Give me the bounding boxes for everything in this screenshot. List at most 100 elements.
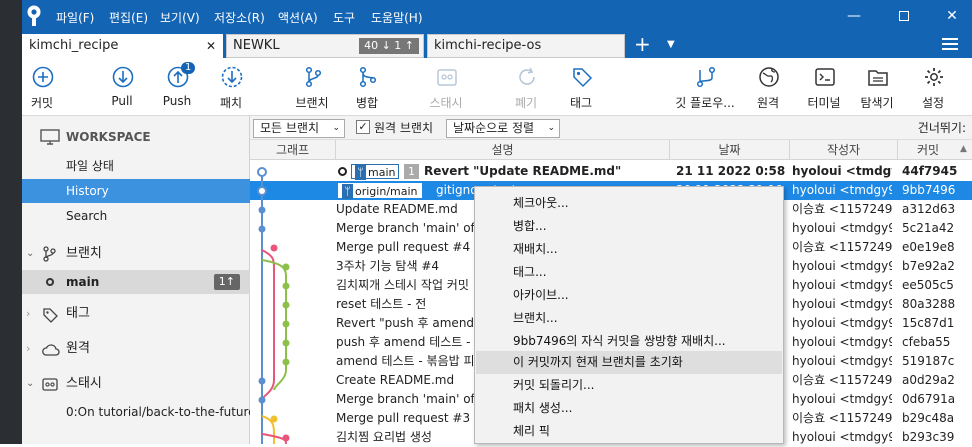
menu-item-interactive-rebase[interactable]: 9bb7496의 자식 커밋을 쌍방향 재배치...: [476, 330, 782, 353]
commit-hash: 15c87d1: [902, 316, 955, 330]
commit-author: 이승효 <1157249: [792, 373, 892, 387]
skip-label: 건너뛰기:: [917, 121, 966, 135]
tab-close-icon[interactable]: ✕: [206, 35, 216, 57]
commit-hash: ee505c5: [902, 278, 954, 292]
commit-hash: b29c48a: [902, 411, 955, 425]
push-count-badge: 1: [181, 62, 196, 74]
discard-refresh-icon: [519, 67, 535, 85]
graph-node: [257, 167, 267, 177]
scroll-up-icon[interactable]: ▲: [960, 144, 967, 154]
commit-hash: a0d29a2: [902, 373, 955, 387]
tag-icon: [573, 68, 593, 88]
stash-button[interactable]: 스태시: [414, 58, 478, 116]
menu-help[interactable]: 도움말(H): [371, 9, 423, 26]
tab-kimchi-recipe[interactable]: kimchi_recipe ✕: [22, 34, 223, 58]
sidebar-item-history[interactable]: History: [22, 179, 250, 203]
menu-item-branch[interactable]: 브랜치...: [476, 307, 782, 330]
column-commit[interactable]: 커밋: [898, 140, 958, 160]
menu-item-revert-commit[interactable]: 커밋 되돌리기...: [476, 374, 782, 397]
commit-author: hyoloui <tmdgy92: [792, 259, 892, 273]
branch-filter-select[interactable]: 모든 브랜치 ⌄: [253, 119, 345, 138]
menu-edit[interactable]: 편집(E): [109, 9, 148, 26]
tag-button[interactable]: 태그: [549, 58, 613, 116]
title-bar: 파일(F) 편집(E) 보기(V) 저장소(R) 액션(A) 도구 도움말(H)…: [22, 0, 972, 32]
fetch-arrow-down-icon: [221, 66, 243, 88]
fetch-button[interactable]: 패치: [199, 58, 263, 116]
menu-item-merge[interactable]: 병합...: [476, 215, 782, 238]
tab-list-chevron-down-icon[interactable]: ▼: [667, 36, 675, 54]
explorer-button[interactable]: 탐색기: [845, 58, 909, 116]
close-window-icon[interactable]: ✕: [942, 6, 962, 26]
sidebar-section-branches[interactable]: ⌄ 브랜치: [22, 242, 250, 266]
commit-author: 이승효 <1157249: [792, 202, 892, 216]
menu-item-reset-branch[interactable]: 이 커밋까지 현재 브랜치를 초기화: [476, 351, 782, 374]
commit-author: hyoloui <tmdgy92: [792, 335, 892, 349]
commit-context-menu: 체크아웃... 병합... 재배치... 태그... 아카이브... 브랜치..…: [474, 186, 784, 444]
column-date[interactable]: 날짜: [670, 140, 790, 160]
sidebar-section-tags[interactable]: › 태그: [22, 302, 250, 326]
sidebar-item-file-status[interactable]: 파일 상태: [22, 154, 250, 178]
menu-actions[interactable]: 액션(A): [278, 9, 318, 26]
sidebar-item-branch-main[interactable]: main 1↑: [22, 270, 250, 294]
remote-branches-checkbox[interactable]: ✓: [356, 120, 370, 134]
maximize-icon[interactable]: [894, 6, 914, 26]
commit-button[interactable]: 커밋: [10, 58, 74, 116]
graph-node: [282, 282, 290, 290]
sidebar-section-remotes[interactable]: › 원격: [22, 337, 250, 361]
terminal-icon: [815, 68, 835, 86]
git-flow-button[interactable]: 깃 플로우...: [673, 58, 737, 116]
cloud-icon: [42, 344, 60, 356]
sidebar-section-stashes[interactable]: ⌄ 스태시: [22, 372, 250, 396]
graph-node: [282, 301, 290, 309]
sidebar-item-label: History: [66, 184, 109, 198]
remote-button[interactable]: 원격: [736, 58, 800, 116]
commit-author: 이승효 <1157249: [792, 240, 892, 254]
menu-view[interactable]: 보기(V): [160, 9, 200, 26]
ref-name: origin/main: [355, 185, 418, 198]
pull-arrow-down-icon: [112, 66, 134, 88]
graph-node: [282, 263, 290, 271]
graph-node: [282, 358, 290, 366]
sidebar-item-label: main: [66, 275, 100, 289]
commit-hash: 9bb7496: [902, 183, 956, 197]
tab-bar: kimchi_recipe ✕ NEWKL 40 ↓ 1 ↑ kimchi-re…: [22, 32, 972, 58]
sidebar-section-label: 태그: [66, 306, 90, 321]
chevron-right-icon: ›: [26, 307, 31, 320]
column-graph[interactable]: 그래프: [250, 140, 336, 160]
chevron-down-icon: ⌄: [26, 378, 35, 389]
sidebar-item-stash[interactable]: 0:On tutorial/back-to-the-future: [22, 400, 256, 424]
commit-author: hyoloui <tmdgy92: [792, 430, 892, 444]
hamburger-menu-icon[interactable]: [942, 35, 958, 53]
sidebar-section-label: 원격: [66, 341, 90, 356]
commit-hash: 5c21a42: [902, 221, 955, 235]
ref-label-main: ᛘ main: [351, 164, 400, 180]
column-description[interactable]: 설명: [336, 140, 670, 160]
graph-node: [257, 186, 267, 196]
git-flow-icon: [696, 66, 716, 88]
merge-button[interactable]: 병합: [335, 58, 399, 116]
commit-row[interactable]: ᛘ main 1 Revert "Update README.md" 21 11 …: [250, 162, 972, 181]
sort-select[interactable]: 날짜순으로 정렬 ⌄: [446, 119, 560, 138]
tab-kimchi-recipe-os[interactable]: kimchi-recipe-os: [427, 34, 625, 58]
menu-file[interactable]: 파일(F): [56, 9, 94, 26]
column-author[interactable]: 작성자: [790, 140, 898, 160]
sidebar-item-search[interactable]: Search: [22, 204, 250, 228]
menu-item-tag[interactable]: 태그...: [476, 261, 782, 284]
menu-item-rebase[interactable]: 재배치...: [476, 238, 782, 261]
minimize-icon[interactable]: —: [844, 6, 864, 26]
new-tab-plus-icon[interactable]: +: [634, 33, 651, 55]
sidebar-item-label: 0:On tutorial/back-to-the-future: [66, 405, 256, 419]
commit-hash: 44f7945: [902, 164, 958, 178]
commit-author: hyoloui <tmdgy92: [792, 221, 892, 235]
tag-icon: [43, 308, 58, 323]
settings-button[interactable]: 설정: [901, 58, 965, 116]
menu-item-archive[interactable]: 아카이브...: [476, 284, 782, 307]
menu-item-checkout[interactable]: 체크아웃...: [476, 192, 782, 215]
menu-repository[interactable]: 저장소(R): [214, 9, 265, 26]
sidebar-item-label: Search: [66, 209, 108, 223]
commit-hash: e0e19e8: [902, 240, 955, 254]
menu-item-create-patch[interactable]: 패치 생성...: [476, 397, 782, 420]
menu-tools[interactable]: 도구: [333, 9, 355, 26]
menu-item-cherry-pick[interactable]: 체리 픽: [476, 420, 782, 443]
tab-newkl[interactable]: NEWKL 40 ↓ 1 ↑: [226, 34, 424, 58]
